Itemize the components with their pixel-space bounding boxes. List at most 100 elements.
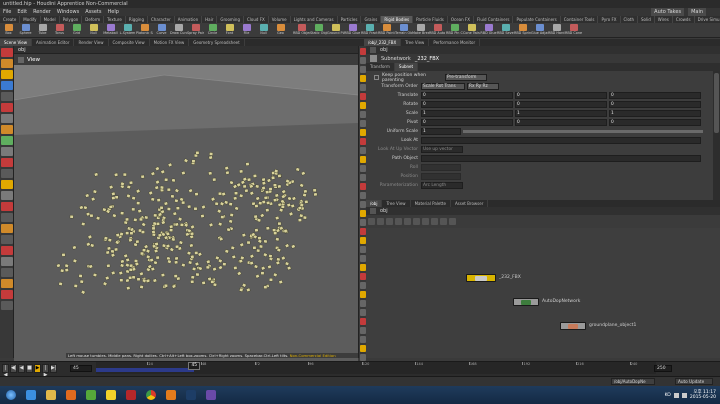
look-at-field[interactable] [421,137,701,144]
viewport-tool-icon[interactable] [1,213,13,222]
start-button[interactable] [2,388,20,402]
menu-assets[interactable]: Assets [82,8,104,16]
shelf-tool[interactable]: Font [221,23,238,37]
viewport-tool-icon[interactable] [1,246,13,255]
tab-transform[interactable]: Transform [366,63,395,71]
viewport-path[interactable]: obj [14,47,26,53]
shelf-tab-r5[interactable]: Ocean FX [448,16,474,23]
network-tool-icon[interactable] [404,218,411,225]
viewport-tool-icon[interactable] [1,279,13,288]
shelf-tool[interactable]: Spray Paint [187,23,204,37]
vector-field[interactable]: 0 [609,92,701,99]
left-pane-tab-1[interactable]: Animation Editor [32,39,75,46]
viewport-tool-icon[interactable] [1,70,13,79]
viewport-tool-icon[interactable] [1,257,13,266]
node-232-fbx[interactable] [466,274,496,282]
shelf-tab-12[interactable]: Volume [269,16,291,23]
shelf-tab-11[interactable]: Cloud FX [244,16,269,23]
shelf-tool[interactable]: Metaball [102,23,119,37]
net-pane-tab-0[interactable]: /obj [366,200,383,207]
back-arrow-icon[interactable] [370,47,376,53]
roll-field[interactable] [421,164,461,171]
vector-field[interactable]: 0 [515,119,607,126]
playback-button-1[interactable]: ◀| [10,364,17,373]
keep-position-menu[interactable]: Pre-transform [445,74,487,81]
shelf-tool[interactable]: Grid [68,23,85,37]
simulation-path-button[interactable]: /obj/AutoDopNe [611,378,655,385]
shelf-tab-4[interactable]: Deform [82,16,105,23]
shelf-tool[interactable]: Null [255,23,272,37]
shelf-tool[interactable]: Glue Adjacent [531,23,548,37]
param-scroll-thumb[interactable] [714,73,719,133]
auto-update-menu[interactable]: Auto Update [675,378,713,385]
shelf-tool[interactable]: RBD Point Object [378,23,395,37]
path-object-field[interactable] [421,155,701,162]
keep-position-checkbox[interactable] [374,75,379,80]
viewport-tool-icon[interactable] [1,125,13,134]
network-tool-icon[interactable] [368,218,375,225]
taskbar-ie[interactable] [22,388,40,402]
shelf-tab-r7[interactable]: Populate Containers [513,16,561,23]
shelf-tab-r1[interactable]: Particles [338,16,362,23]
shelf-tab-r9[interactable]: Pyro FX [598,16,621,23]
shelf-tool[interactable]: Make Breakable [412,23,429,37]
shelf-tool[interactable]: RBD Object [293,23,310,37]
network-tool-icon[interactable] [440,218,447,225]
shelf-tab-9[interactable]: Hair [202,16,218,23]
shelf-tool[interactable]: Sphere [17,23,34,37]
node-autodopnetwork[interactable] [513,298,539,306]
shelf-tool[interactable]: Geo [272,23,289,37]
taskbar-chrome[interactable] [142,388,160,402]
viewport-tool-icon[interactable] [1,290,13,299]
shelf-tool[interactable]: Platonic Sol. [136,23,153,37]
shelf-tab-r8[interactable]: Container Tools [561,16,599,23]
shelf-tab-r6[interactable]: Fluid Containers [474,16,514,23]
auto-takes-dropdown[interactable]: Auto Takes [651,8,685,16]
shelf-tool[interactable]: RBD Spring Constraint [514,23,531,37]
network-tool-icon[interactable] [386,218,393,225]
taskbar-app[interactable] [122,388,140,402]
viewport-tool-icon[interactable] [1,224,13,233]
viewport-menu-icon[interactable] [18,56,24,63]
language-indicator[interactable]: KO [665,393,671,398]
menu-file[interactable]: File [0,8,14,16]
shelf-tool[interactable]: Draw Curve [170,23,187,37]
vector-field[interactable]: 1 [515,110,607,117]
viewport-tool-icon[interactable] [1,136,13,145]
rotate-order-menu[interactable]: Rx Ry Rz [467,83,499,90]
network-tool-icon[interactable] [449,218,456,225]
network-tool-icon[interactable] [431,218,438,225]
shelf-tool[interactable]: RBD Cone Twist [565,23,582,37]
clock[interactable]: 오후 11:17 2015-05-20 [690,390,716,401]
shelf-tab-r14[interactable]: Drive Simulation [695,16,720,23]
network-editor[interactable]: _232_FBX AutoDopNetwork groundplane_obje… [366,228,720,358]
network-tool-icon[interactable] [395,218,402,225]
shelf-tab-6[interactable]: Rigging [126,16,148,23]
viewport-tool-icon[interactable] [1,48,13,57]
shelf-tab-r11[interactable]: Solid [638,16,655,23]
taskbar-media[interactable] [62,388,80,402]
left-pane-tab-0[interactable]: Scene View [0,39,32,46]
menu-edit[interactable]: Edit [14,8,30,16]
viewport-tool-icon[interactable] [1,59,13,68]
vector-field[interactable]: 0 [609,101,701,108]
shelf-tool[interactable]: RBD Sever [497,23,514,37]
shelf-tab-3[interactable]: Polygon [60,16,83,23]
left-pane-tab-4[interactable]: Motion FX View [150,39,190,46]
network-tool-icon[interactable] [377,218,384,225]
viewport-tool-icon[interactable] [1,268,13,277]
viewport-tool-icon[interactable] [1,191,13,200]
shelf-tool[interactable]: RBD Glue [480,23,497,37]
viewport-tool-icon[interactable] [1,169,13,178]
vector-field[interactable]: 0 [515,92,607,99]
position-field[interactable] [421,173,461,180]
shelf-tool[interactable]: Ground Plane [327,23,344,37]
shelf-tab-r2[interactable]: Grains [361,16,382,23]
playback-button-0[interactable]: |◀ [2,364,9,378]
shelf-tool[interactable]: RBD Fractured Object [361,23,378,37]
shelf-tool[interactable]: RBD Pin Constraint [446,23,463,37]
scene-viewport[interactable] [14,65,358,361]
param-path[interactable]: obj [380,47,388,53]
taskbar-photoshop[interactable] [182,388,200,402]
viewport-tool-icon[interactable] [1,114,13,123]
